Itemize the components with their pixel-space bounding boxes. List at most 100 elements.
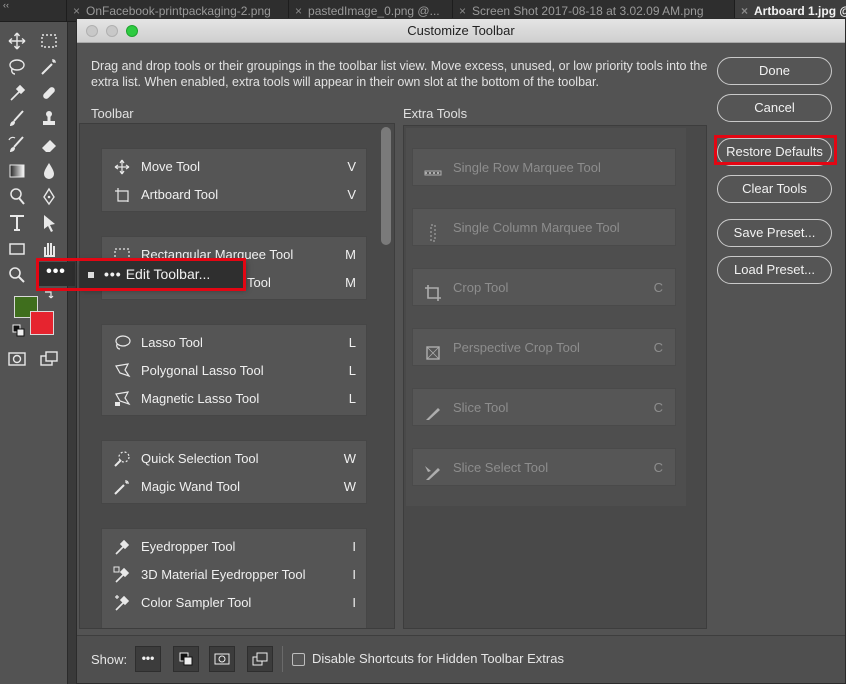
edit-toolbar-menu-item[interactable]: ••• Edit Toolbar... xyxy=(80,260,246,288)
clear-tools-button[interactable]: Clear Tools xyxy=(717,175,832,203)
dodge-tool-icon[interactable] xyxy=(6,186,28,208)
eyedropper-tool-icon[interactable] xyxy=(6,82,28,104)
tool-shortcut: C xyxy=(653,340,663,355)
background-color-swatch[interactable] xyxy=(30,311,54,335)
pen-tool-icon[interactable] xyxy=(38,186,60,208)
close-tab-icon[interactable]: × xyxy=(295,4,302,18)
tool-group[interactable]: Quick Selection Tool W Magic Wand Tool W xyxy=(101,440,367,504)
extra-tool-item[interactable]: Single Column Marquee Tool xyxy=(412,208,676,246)
zoom-tool-icon[interactable] xyxy=(6,264,28,286)
3d-eyedropper-icon xyxy=(112,565,132,585)
clone-stamp-tool-icon[interactable] xyxy=(38,108,60,130)
toolbar-list-item[interactable]: Magic Wand Tool W xyxy=(102,473,366,501)
type-tool-icon[interactable] xyxy=(6,212,28,234)
disable-shortcuts-checkbox[interactable] xyxy=(292,653,305,666)
path-selection-tool-icon[interactable] xyxy=(38,212,60,234)
toolbar-list-item[interactable]: Lasso Tool L xyxy=(102,329,366,357)
collapse-panel-icon[interactable]: ‹‹ xyxy=(3,0,9,10)
hand-tool-icon[interactable] xyxy=(38,238,60,260)
brush-tool-icon[interactable] xyxy=(6,108,28,130)
load-preset-button[interactable]: Load Preset... xyxy=(717,256,832,284)
extra-tool-item[interactable]: Single Row Marquee Tool xyxy=(412,148,676,186)
extra-tool-item[interactable]: Slice Tool C xyxy=(412,388,676,426)
screen-mode-icon[interactable] xyxy=(38,348,60,370)
tool-shortcut: L xyxy=(348,363,356,378)
tool-shortcut: W xyxy=(343,451,356,466)
show-quick-mask-button[interactable] xyxy=(209,646,235,672)
tool-group[interactable]: Eyedropper Tool I 3D Material Eyedropper… xyxy=(101,528,367,628)
restore-defaults-button[interactable]: Restore Defaults xyxy=(717,138,832,166)
toolbar-list[interactable]: Move Tool V Artboard Tool V Rectangular … xyxy=(79,123,395,629)
toolbar-list-item[interactable]: Move Tool V xyxy=(102,153,366,181)
done-button[interactable]: Done xyxy=(717,57,832,85)
tool-shortcut: C xyxy=(653,400,663,415)
show-extra-tools-button[interactable]: ••• xyxy=(135,646,161,672)
tool-name: 3D Material Eyedropper Tool xyxy=(141,567,306,582)
single-row-marquee-icon xyxy=(424,159,442,177)
tool-shortcut: C xyxy=(653,280,663,295)
disable-shortcuts-label: Disable Shortcuts for Hidden Toolbar Ext… xyxy=(312,651,564,666)
tool-group[interactable]: Move Tool V Artboard Tool V xyxy=(101,148,367,212)
eyedropper-icon xyxy=(112,537,132,557)
history-brush-tool-icon[interactable] xyxy=(6,134,28,156)
toolbar-list-scrollbar[interactable] xyxy=(381,127,391,245)
extra-tool-item[interactable]: Slice Select Tool C xyxy=(412,448,676,486)
quick-selection-icon xyxy=(112,449,132,469)
slice-select-icon xyxy=(424,459,442,480)
show-screen-mode-button[interactable] xyxy=(247,646,273,672)
toolbar-list-item[interactable]: 3D Material Eyedropper Tool I xyxy=(102,561,366,589)
healing-brush-tool-icon[interactable] xyxy=(38,82,60,104)
default-colors-icon[interactable] xyxy=(12,324,26,338)
lasso-tool-icon[interactable] xyxy=(6,56,28,78)
toolbar-column-label: Toolbar xyxy=(91,106,134,121)
window-close-button[interactable] xyxy=(86,25,98,37)
tool-name: Perspective Crop Tool xyxy=(453,340,580,355)
toolbar-list-item[interactable]: Eyedropper Tool I xyxy=(102,533,366,561)
marquee-tool-icon[interactable] xyxy=(38,30,60,52)
close-tab-icon[interactable]: × xyxy=(741,4,748,18)
customize-toolbar-dialog: Customize Toolbar Drag and drop tools or… xyxy=(76,18,846,684)
blur-tool-icon[interactable] xyxy=(38,160,60,182)
toolbar-list-item[interactable]: Magnetic Lasso Tool L xyxy=(102,385,366,413)
rectangle-tool-icon[interactable] xyxy=(6,238,28,260)
quick-mask-icon[interactable] xyxy=(6,348,28,370)
document-tab-label: Artboard 1.jpg @ xyxy=(754,4,846,18)
tool-group[interactable]: Lasso Tool L Polygonal Lasso Tool L Magn… xyxy=(101,324,367,416)
dialog-description: Drag and drop tools or their groupings i… xyxy=(91,59,708,89)
footer-divider xyxy=(282,646,283,672)
toolbar-list-item[interactable]: Color Sampler Tool I xyxy=(102,589,366,617)
gradient-tool-icon[interactable] xyxy=(6,160,28,182)
tool-shortcut: I xyxy=(352,539,356,554)
extra-tool-item[interactable]: Crop Tool C xyxy=(412,268,676,306)
extra-tools-column-label: Extra Tools xyxy=(403,106,468,121)
toolbar-list-item[interactable]: Quick Selection Tool W xyxy=(102,445,366,473)
tool-shortcut: V xyxy=(347,159,356,174)
selected-indicator-icon xyxy=(88,272,94,279)
magic-wand-tool-icon[interactable] xyxy=(38,56,60,78)
perspective-crop-icon xyxy=(424,339,442,360)
quick-mask-icon xyxy=(214,653,230,665)
ellipsis-icon: ••• xyxy=(104,266,122,282)
save-preset-button[interactable]: Save Preset... xyxy=(717,219,832,247)
move-tool-icon[interactable] xyxy=(6,30,28,52)
cancel-button[interactable]: Cancel xyxy=(717,94,832,122)
swap-colors-icon[interactable] xyxy=(42,288,56,302)
eraser-tool-icon[interactable] xyxy=(38,134,60,156)
slice-icon xyxy=(424,399,442,420)
show-default-colors-button[interactable] xyxy=(173,646,199,672)
tool-name: Magnetic Lasso Tool xyxy=(141,391,260,406)
window-minimize-button[interactable] xyxy=(106,25,118,37)
extra-tool-item[interactable]: Perspective Crop Tool C xyxy=(412,328,676,366)
edit-toolbar-tool-button[interactable]: ••• xyxy=(37,262,75,286)
toolbar-list-item[interactable]: Polygonal Lasso Tool L xyxy=(102,357,366,385)
tool-shortcut: L xyxy=(348,391,356,406)
extra-tools-list[interactable]: Single Row Marquee Tool Single Column Ma… xyxy=(403,125,707,629)
window-zoom-button[interactable] xyxy=(126,25,138,37)
close-tab-icon[interactable]: × xyxy=(73,4,80,18)
tool-name: Polygonal Lasso Tool xyxy=(141,363,264,378)
edit-toolbar-label: Edit Toolbar... xyxy=(125,266,211,282)
document-tab-label: OnFacebook-printpackaging-2.png xyxy=(86,4,271,18)
tool-name: Lasso Tool xyxy=(141,335,203,350)
close-tab-icon[interactable]: × xyxy=(459,4,466,18)
toolbar-list-item[interactable]: Artboard Tool V xyxy=(102,181,366,209)
